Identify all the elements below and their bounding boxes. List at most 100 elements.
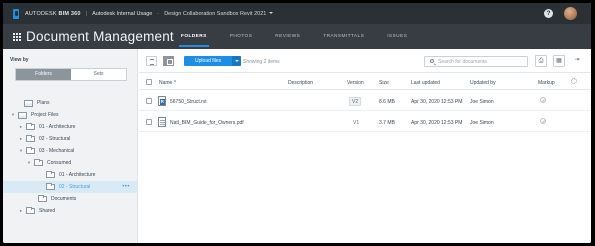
bim360-logo-icon [13,8,19,19]
file-toolbar: Upload files Showing 2 items ⎙ ▦ ⇥ [139,49,591,73]
row-checkbox[interactable] [146,98,152,104]
folder-icon [26,207,35,214]
folder-icon [26,147,35,154]
details-panel-icon[interactable]: ▦ [553,55,565,67]
revit-file-icon [158,96,166,106]
view-by-toggle: Folders Sets [15,68,127,81]
tree-item-03-mechanical[interactable]: ▾ 03 - Mechanical [3,145,138,157]
column-last-updated[interactable]: Last updated [411,80,440,86]
column-updated-by[interactable]: Updated by [470,80,496,86]
tree-item-label: 01 - Architecture [59,172,96,178]
sets-toggle-button[interactable]: Sets [71,69,126,80]
tree-item-label: Plans [37,100,50,106]
document-export-icon[interactable]: ⎙ [535,55,547,67]
app-window: AUTODESK BIM 360 | Autodesk Internal Usa… [3,3,591,243]
help-icon[interactable]: ? [544,9,553,18]
project-selector[interactable]: Design Collaboration Sandbox Revit 2021 [164,11,274,17]
folder-icon [34,159,43,166]
pdf-file-icon [158,117,166,127]
folder-icon [46,183,55,190]
column-version[interactable]: Version [347,80,364,86]
item-count-text: Showing 2 items [243,58,280,65]
separator: - [157,10,160,17]
thumbnail-view-button[interactable] [163,56,174,66]
tree-item-consumed[interactable]: ▾ Consumed [3,157,138,169]
tree-expander [17,101,21,105]
avatar[interactable] [564,7,577,20]
list-view-button[interactable] [146,56,157,66]
tree-item-02-structural[interactable]: ▸ 02 - Structural [3,133,138,145]
tree-expander [39,173,43,177]
global-top-bar: AUTODESK BIM 360 | Autodesk Internal Usa… [3,3,591,24]
file-name-link[interactable]: 56750_Struct.rvt [170,99,207,105]
chevron-right-icon[interactable]: ▸ [19,124,23,129]
more-options-icon[interactable]: ••• [122,184,130,190]
tree-item-plans[interactable]: Plans [3,97,138,109]
version-badge[interactable]: V1 [351,119,361,126]
markup-icon[interactable] [540,118,546,124]
separator: | [85,10,88,17]
tab-folders[interactable]: FOLDERS [179,24,209,49]
search-input[interactable] [438,57,526,66]
folder-tree: Plans ▾ Project Files ▸ 01 - Architectur… [3,97,138,217]
file-list-panel: Upload files Showing 2 items ⎙ ▦ ⇥ Name … [139,49,591,243]
version-badge[interactable]: V2 [349,97,362,106]
folder-icon [26,135,35,142]
column-markup[interactable]: Markup [538,80,555,86]
tree-item-label: 02 - Structural [59,184,91,190]
search-icon [430,59,434,63]
tree-expander [31,197,35,201]
file-name-link[interactable]: Natl_BIM_Guide_for_Owners.pdf [170,120,244,126]
plans-folder-icon [24,99,33,107]
tab-photos[interactable]: PHOTOS [230,24,253,49]
folder-icon [26,123,35,130]
updated-by: Joe Simon [470,119,494,126]
tree-item-label: Shared [39,208,56,214]
tree-item-label: Consumed [47,160,72,166]
chevron-down-icon[interactable] [232,56,242,66]
column-size[interactable]: Size [379,80,389,86]
chevron-down-icon[interactable]: ▾ [19,148,23,153]
project-files-icon [18,111,27,119]
last-updated: Apr 30, 2020 12:53 PM [411,98,463,105]
tree-expander [39,185,43,189]
table-row[interactable]: Natl_BIM_Guide_for_Owners.pdf V1 3.7 MB … [139,112,591,132]
folders-toggle-button[interactable]: Folders [16,69,71,80]
chevron-down-icon [269,12,274,15]
tree-item-consumed-02-structural[interactable]: 02 - Structural ••• [3,181,138,193]
chevron-right-icon[interactable]: ▸ [19,208,23,213]
select-all-checkbox[interactable] [146,78,152,85]
upload-files-split-button: Upload files [184,56,242,66]
tab-transmittals[interactable]: TRANSMITTALS [323,24,364,49]
tree-item-project-files[interactable]: ▾ Project Files [3,109,138,121]
row-checkbox[interactable] [146,119,152,125]
app-grid-icon[interactable] [13,32,21,41]
markup-icon[interactable] [540,97,546,103]
view-by-label: View by [10,57,29,63]
table-row[interactable]: 56750_Struct.rvt V2 8.6 MB Apr 30, 2020 … [139,91,591,111]
page-title: Document Management [26,29,174,44]
tree-item-consumed-01-architecture[interactable]: 01 - Architecture [3,169,138,181]
chevron-down-icon[interactable]: ▾ [27,160,31,165]
updated-by: Joe Simon [470,98,494,105]
tree-item-shared[interactable]: ▸ Shared [3,205,138,217]
column-name[interactable]: Name ^ [159,80,176,86]
last-updated: Apr 30, 2020 12:53 PM [411,119,463,126]
chevron-right-icon[interactable]: ▸ [19,136,23,141]
upload-files-button[interactable]: Upload files [184,56,233,66]
tree-item-label: 02 - Structural [39,136,71,142]
module-header: Document Management FOLDERS PHOTOS REVIE… [3,24,591,49]
tree-item-documents[interactable]: Documents [3,193,138,205]
tree-item-label: 01 - Architecture [39,124,76,130]
column-description[interactable]: Description [288,80,313,86]
folder-icon [46,171,55,178]
chevron-down-icon[interactable]: ▾ [11,112,15,117]
tab-reviews[interactable]: REVIEWS [275,24,300,49]
tree-item-label: 03 - Mechanical [39,148,75,154]
tree-item-01-architecture[interactable]: ▸ 01 - Architecture [3,121,138,133]
collapse-panel-icon[interactable]: ⇥ [571,55,583,67]
tab-issues[interactable]: ISSUES [387,24,407,49]
account-name: Autodesk Internal Usage [92,10,153,17]
tree-item-label: Project Files [31,112,59,118]
gear-icon[interactable] [571,78,577,84]
